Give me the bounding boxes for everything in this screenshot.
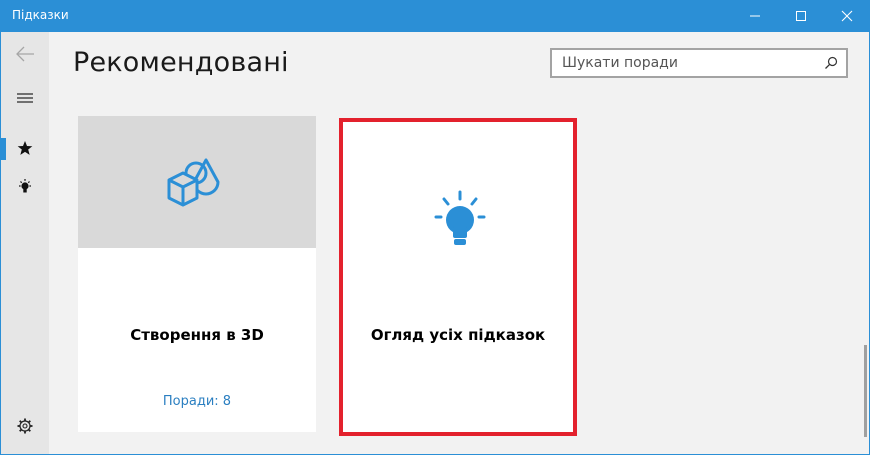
settings-gear-icon — [17, 418, 33, 434]
nav-item-tips[interactable] — [1, 173, 49, 201]
nav-item-recommended[interactable] — [1, 134, 49, 162]
lightbulb-icon — [434, 190, 486, 245]
lightbulb-icon — [19, 179, 31, 193]
settings-button[interactable] — [1, 412, 49, 440]
star-icon — [17, 141, 33, 155]
close-icon — [841, 10, 853, 22]
close-button[interactable] — [824, 0, 870, 32]
page-title: Рекомендовані — [73, 47, 289, 78]
window-title: Підказки — [12, 8, 69, 22]
card-hero — [78, 116, 316, 248]
left-nav — [1, 32, 49, 454]
search-icon[interactable] — [824, 56, 838, 70]
hamburger-menu-button[interactable] — [1, 84, 49, 112]
hamburger-menu-icon — [17, 93, 33, 103]
tip-card-create-3d[interactable]: Створення в 3D Поради: 8 — [78, 116, 316, 432]
card-tips-count-link[interactable]: Поради: 8 — [78, 394, 316, 409]
3d-shapes-icon — [167, 158, 220, 207]
maximize-button[interactable] — [778, 0, 824, 32]
tip-card-all-tips[interactable]: Огляд усіх підказок — [339, 118, 577, 436]
card-title: Огляд усіх підказок — [370, 326, 546, 344]
title-bar: Підказки — [0, 0, 870, 32]
back-button[interactable] — [1, 40, 49, 68]
maximize-icon — [796, 11, 806, 21]
vertical-scrollbar[interactable] — [864, 345, 867, 437]
search-input[interactable] — [562, 55, 812, 71]
minimize-button[interactable] — [732, 0, 778, 32]
search-box[interactable] — [550, 48, 848, 78]
card-title: Створення в 3D — [130, 326, 264, 344]
back-arrow-icon — [16, 46, 34, 62]
minimize-icon — [750, 15, 760, 17]
